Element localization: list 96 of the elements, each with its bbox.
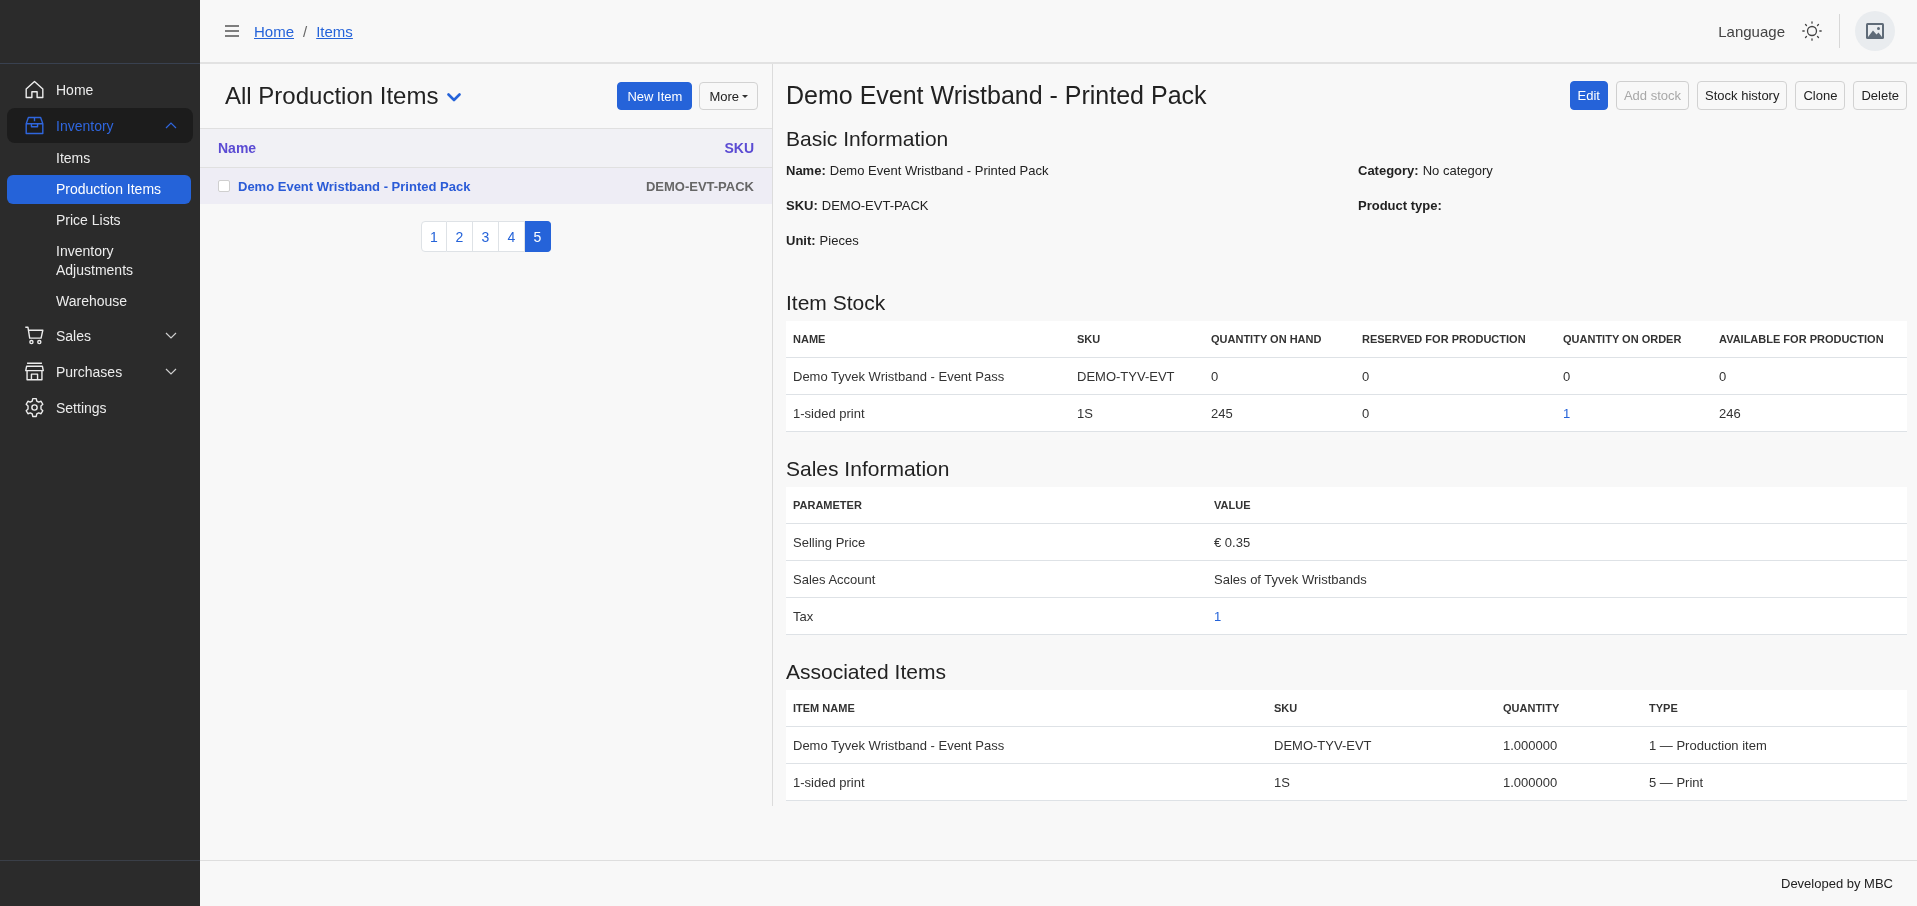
page-button[interactable]: 4: [499, 221, 525, 252]
column-header: RESERVED FOR PRODUCTION: [1361, 332, 1527, 347]
section-heading: Item Stock: [786, 290, 887, 316]
nav-item[interactable]: Sales: [7, 318, 193, 353]
breadcrumb-link[interactable]: Items: [316, 22, 353, 40]
section-heading: Associated Items: [786, 659, 947, 685]
section-heading: Sales Information: [786, 456, 951, 482]
chevron-down-icon[interactable]: [447, 93, 462, 102]
row-checkbox[interactable]: [218, 180, 230, 192]
field-label: Category:: [1358, 163, 1419, 178]
nav-subitem[interactable]: Price Lists: [7, 206, 191, 235]
breadcrumb-separator: /: [303, 22, 308, 40]
action-button[interactable]: Edit: [1569, 81, 1608, 110]
field-label: Name:: [786, 163, 826, 178]
nav-subitem[interactable]: Warehouse: [7, 287, 191, 316]
table-cell: Tax: [793, 608, 814, 624]
table-cell: 1 — Production item: [1649, 737, 1767, 753]
item-title: Demo Event Wristband - Printed Pack: [786, 81, 1207, 110]
field-label: SKU:: [786, 198, 818, 213]
table-cell: Demo Tyvek Wristband - Event Pass: [793, 737, 1005, 753]
table-cell: 1-sided print: [793, 774, 865, 790]
column-header: NAME: [792, 332, 827, 347]
action-button[interactable]: Stock history: [1697, 81, 1788, 110]
page-button[interactable]: 5: [525, 221, 551, 252]
field-label: Product type:: [1358, 198, 1442, 213]
column-header: VALUE: [1213, 498, 1252, 513]
column-header: ITEM NAME: [792, 701, 856, 716]
table-cell: 0: [1211, 368, 1219, 384]
caret-icon: [742, 94, 748, 98]
footer-text: Developed by MBC: [1781, 876, 1893, 891]
nav-item[interactable]: Purchases: [7, 354, 193, 389]
table-cell: Sales Account: [793, 571, 876, 587]
sun-icon[interactable]: [1802, 21, 1822, 41]
list-title: All Production Items: [225, 82, 439, 110]
table-cell: 5 — Print: [1649, 774, 1704, 790]
image-icon: [1866, 23, 1884, 39]
table-cell: 1S: [1077, 405, 1093, 421]
table-cell: DEMO-TYV-EVT: [1274, 737, 1372, 753]
field-label: Unit:: [786, 233, 816, 248]
menu-icon[interactable]: [225, 25, 239, 37]
cart-icon: [24, 325, 45, 346]
column-header: AVAILABLE FOR PRODUCTION: [1718, 332, 1885, 347]
column-header: QUANTITY: [1502, 701, 1561, 716]
table-cell: Selling Price: [793, 534, 866, 550]
column-header: SKU: [1076, 332, 1102, 347]
column-header: QUANTITY ON ORDER: [1562, 332, 1683, 347]
table-cell: 0: [1563, 368, 1571, 384]
breadcrumb-link[interactable]: Home: [254, 22, 294, 40]
sku-text: DEMO-EVT-PACK: [645, 178, 754, 194]
section-heading: Basic Information: [786, 126, 950, 152]
table-cell: € 0.35: [1214, 534, 1251, 550]
settings-icon: [24, 397, 45, 418]
table-cell: 0: [1719, 368, 1727, 384]
field-value: Demo Event Wristband - Printed Pack: [829, 163, 1049, 178]
table-cell: 0: [1362, 368, 1370, 384]
table-cell: 1S: [1274, 774, 1290, 790]
table-cell: 1.000000: [1503, 774, 1558, 790]
table-cell: DEMO-TYV-EVT: [1077, 368, 1175, 384]
field-value: No category: [1422, 163, 1493, 178]
table-cell-link[interactable]: 1: [1563, 405, 1571, 421]
table-cell: Sales of Tyvek Wristbands: [1214, 571, 1367, 587]
table-cell: 0: [1362, 405, 1370, 421]
page-button[interactable]: 2: [447, 221, 473, 252]
nav-item[interactable]: Home: [7, 72, 193, 107]
column-header: TYPE: [1648, 701, 1679, 716]
nav-item[interactable]: Inventory: [7, 108, 193, 143]
item-link[interactable]: Demo Event Wristband - Printed Pack: [238, 178, 471, 194]
field-value: DEMO-EVT-PACK: [821, 198, 929, 213]
column-header[interactable]: SKU: [724, 140, 754, 156]
table-cell-link[interactable]: 1: [1214, 608, 1222, 624]
table-cell: 1-sided print: [793, 405, 865, 421]
table-cell: Demo Tyvek Wristband - Event Pass: [793, 368, 1005, 384]
action-button[interactable]: Clone: [1795, 81, 1846, 110]
avatar-button[interactable]: [1855, 11, 1895, 51]
column-header[interactable]: Name: [218, 140, 257, 156]
nav-subitem[interactable]: Items: [7, 144, 191, 173]
list-row[interactable]: Demo Event Wristband - Printed Pack DEMO-EVT-PACK: [200, 168, 772, 204]
page-button[interactable]: 3: [473, 221, 499, 252]
action-button[interactable]: Delete: [1853, 81, 1907, 110]
column-header: SKU: [1273, 701, 1299, 716]
store-icon: [24, 361, 45, 382]
home-icon: [24, 79, 45, 100]
box-icon: [24, 115, 45, 136]
nav-subitem[interactable]: Production Items: [7, 175, 191, 204]
more-dropdown-button[interactable]: More: [699, 82, 758, 110]
column-header: PARAMETER: [792, 498, 863, 513]
table-cell: 246: [1719, 405, 1741, 421]
nav-item[interactable]: Settings: [7, 390, 193, 425]
page-button[interactable]: 1: [421, 221, 447, 252]
table-cell: 1.000000: [1503, 737, 1558, 753]
language-button[interactable]: Language: [1718, 22, 1785, 40]
field-value: Pieces: [819, 233, 859, 248]
nav-subitem[interactable]: Inventory Adjustments: [7, 237, 191, 285]
table-cell: 245: [1211, 405, 1233, 421]
new-item-button[interactable]: New Item: [617, 82, 693, 110]
column-header: QUANTITY ON HAND: [1210, 332, 1323, 347]
